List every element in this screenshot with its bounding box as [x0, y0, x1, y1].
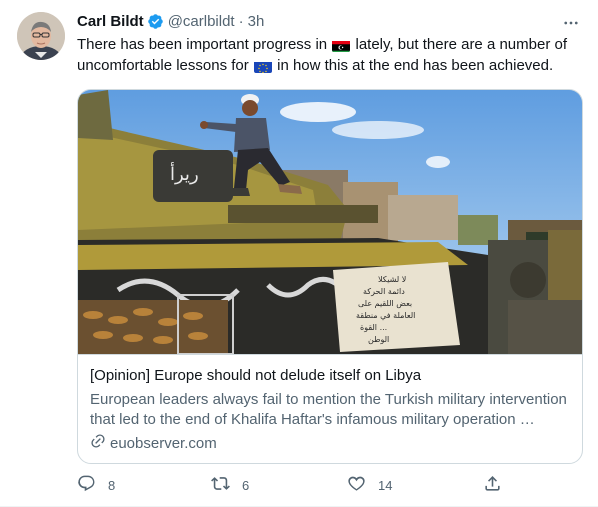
tweet-text-part: There has been important progress in	[77, 36, 328, 53]
link-preview-card[interactable]: ريرأ لا لشيكلا دائمة الحركة بعض اللقيم ع…	[77, 89, 583, 464]
card-domain[interactable]: euobserver.com	[90, 433, 217, 453]
tweet-actions: 8 6 14	[77, 474, 507, 498]
share-icon	[483, 474, 502, 496]
tweet-text-part: in how this at the end has been achieved…	[277, 57, 554, 74]
heart-icon	[347, 474, 366, 496]
svg-text:القوة ...: القوة ...	[360, 323, 387, 332]
tweet[interactable]: Carl Bildt @carlbildt · 3h There has bee…	[0, 0, 598, 507]
link-icon	[90, 433, 106, 453]
card-domain-text: euobserver.com	[110, 434, 217, 452]
author-handle[interactable]: @carlbildt	[168, 13, 235, 30]
svg-text:بعض اللقيم على: بعض اللقيم على	[358, 299, 412, 308]
card-title[interactable]: [Opinion] Europe should not delude itsel…	[90, 367, 421, 384]
libya-flag-icon	[332, 39, 351, 52]
share-button[interactable]	[483, 474, 502, 496]
card-body[interactable]: [Opinion] Europe should not delude itsel…	[78, 354, 582, 452]
retweet-icon	[211, 474, 230, 496]
tweet-header: Carl Bildt @carlbildt · 3h	[77, 10, 264, 32]
retweet-button[interactable]: 6	[211, 474, 249, 496]
svg-text:ريرأ: ريرأ	[170, 162, 199, 185]
like-count: 14	[378, 477, 393, 493]
reply-button[interactable]: 8	[77, 474, 115, 496]
svg-text:العاملة في منطقة: العاملة في منطقة	[356, 311, 415, 320]
svg-text:لا لشيكلا: لا لشيكلا	[378, 275, 406, 284]
retweet-count: 6	[242, 477, 250, 493]
more-options-icon[interactable]	[560, 12, 582, 34]
reply-icon	[77, 474, 96, 496]
like-button[interactable]: 14	[347, 474, 392, 496]
svg-text:الوطن: الوطن	[368, 335, 389, 344]
tweet-text: There has been important progress in lat…	[77, 34, 577, 76]
avatar[interactable]	[17, 12, 65, 60]
verified-badge-icon	[147, 13, 164, 30]
separator-dot: ·	[238, 12, 244, 30]
author-name[interactable]: Carl Bildt	[77, 13, 144, 30]
card-image[interactable]: ريرأ لا لشيكلا دائمة الحركة بعض اللقيم ع…	[78, 90, 582, 354]
eu-flag-icon	[253, 60, 272, 73]
timestamp[interactable]: 3h	[248, 13, 265, 30]
reply-count: 8	[108, 477, 116, 493]
card-description: European leaders always fail to mention …	[90, 391, 567, 428]
svg-text:دائمة الحركة: دائمة الحركة	[363, 287, 405, 296]
